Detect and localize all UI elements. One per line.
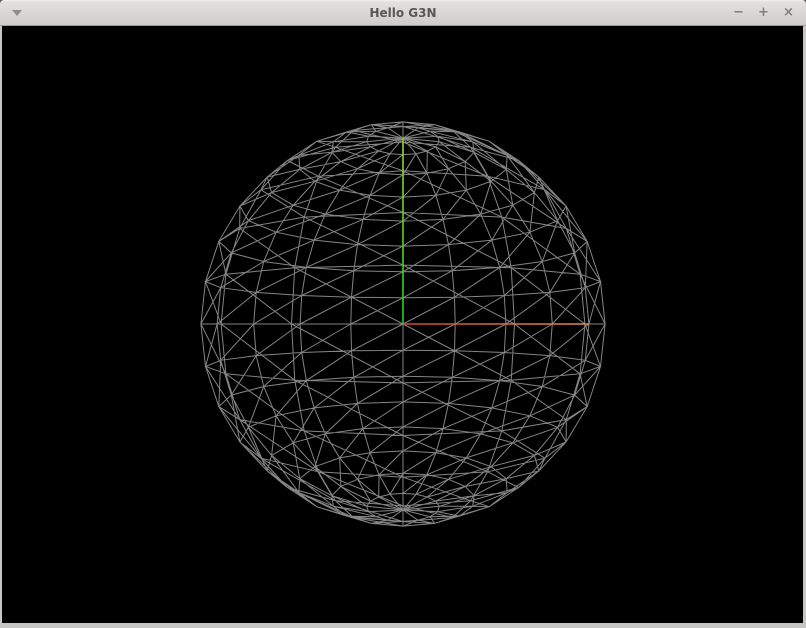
title-bar: Hello G3N − + × [0,0,806,26]
wireframe-sphere-render [2,26,803,623]
scene-canvas[interactable] [2,26,803,623]
window-title: Hello G3N [0,0,806,26]
close-button[interactable]: × [781,2,796,24]
app-window: Hello G3N − + × [0,0,806,628]
minimize-button[interactable]: − [731,2,746,24]
window-controls: − + × [731,0,796,26]
maximize-button[interactable]: + [756,2,771,24]
